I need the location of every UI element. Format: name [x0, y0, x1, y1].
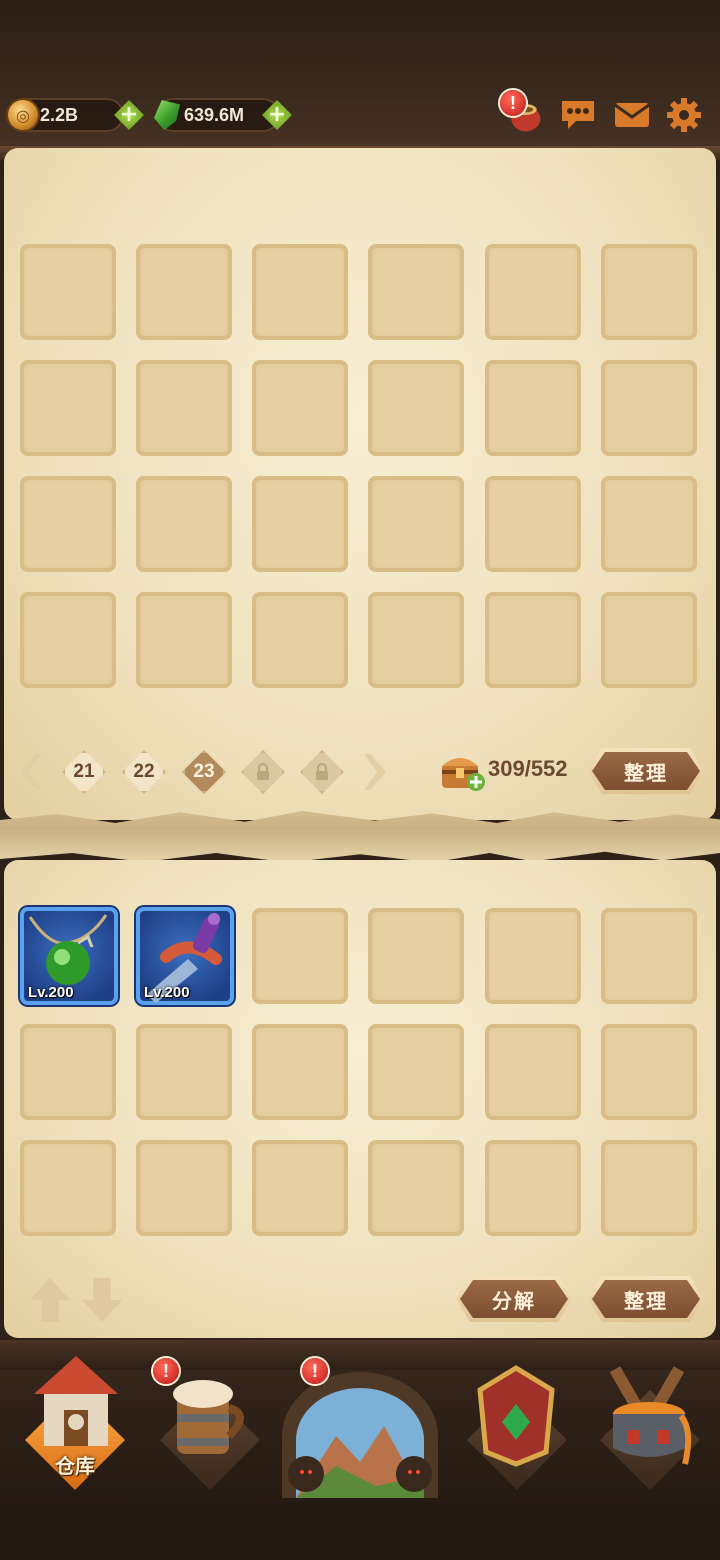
nav-armory[interactable]: [452, 1350, 582, 1490]
inventory-slot[interactable]: [601, 244, 697, 340]
bag-sort-button[interactable]: 整理: [588, 1276, 704, 1322]
inventory-slot[interactable]: [20, 360, 116, 456]
inventory-slot[interactable]: [368, 1140, 464, 1236]
inventory-slot[interactable]: [485, 244, 581, 340]
item-green-amulet[interactable]: Lv.200: [20, 907, 118, 1005]
inventory-slot[interactable]: [485, 360, 581, 456]
coin-icon: ◎: [8, 100, 38, 130]
inventory-slot[interactable]: [252, 1024, 348, 1120]
inventory-slot[interactable]: [368, 360, 464, 456]
page-23-button[interactable]: 23: [182, 750, 226, 794]
page-22-button[interactable]: 22: [122, 750, 166, 794]
inventory-slot[interactable]: [601, 476, 697, 572]
inventory-slot[interactable]: [252, 592, 348, 688]
inventory-slot[interactable]: [252, 1140, 348, 1236]
inventory-slot[interactable]: [20, 592, 116, 688]
mail-icon[interactable]: [612, 96, 652, 134]
inventory-slot[interactable]: [485, 592, 581, 688]
inventory-slot[interactable]: [601, 592, 697, 688]
top-bar: [0, 0, 720, 160]
inventory-slot[interactable]: [485, 1140, 581, 1236]
storage-capacity: 309/552: [488, 756, 568, 781]
inventory-slot[interactable]: [20, 244, 116, 340]
chest-icon[interactable]: [438, 750, 486, 794]
inventory-slot[interactable]: [601, 1024, 697, 1120]
inventory-slot[interactable]: [20, 1140, 116, 1236]
item-dagger[interactable]: Lv.200: [136, 907, 234, 1005]
locked-page-button[interactable]: [241, 750, 285, 794]
decompose-button[interactable]: 分解: [456, 1276, 572, 1322]
inventory-slot[interactable]: [601, 360, 697, 456]
inventory-slot[interactable]: [485, 908, 581, 1004]
inventory-slot[interactable]: [252, 360, 348, 456]
inventory-slot[interactable]: [252, 476, 348, 572]
armor-icon: [477, 1365, 555, 1467]
inventory-slot[interactable]: [252, 244, 348, 340]
inventory-slot[interactable]: [136, 1140, 232, 1236]
inventory-slot[interactable]: [485, 476, 581, 572]
inventory-slot[interactable]: [601, 1140, 697, 1236]
inventory-slot[interactable]: [485, 1024, 581, 1120]
inventory-slot[interactable]: [368, 476, 464, 572]
inventory-slot[interactable]: [136, 1024, 232, 1120]
sack-alert-icon: !: [500, 90, 526, 116]
inventory-slot[interactable]: [368, 592, 464, 688]
inventory-slot[interactable]: [368, 1024, 464, 1120]
nav-warehouse-label: 仓库: [55, 1454, 95, 1478]
nav-tavern[interactable]: !: [145, 1350, 275, 1490]
inventory-slot[interactable]: [20, 1024, 116, 1120]
nav-warehouse[interactable]: 仓库: [10, 1350, 140, 1490]
adventure-portal-icon: [282, 1372, 438, 1498]
inventory-slot[interactable]: [20, 476, 116, 572]
inventory-slot[interactable]: [136, 244, 232, 340]
item-level: Lv.200: [144, 984, 190, 1001]
storage-sort-button[interactable]: 整理: [588, 748, 704, 794]
inventory-slot[interactable]: [368, 244, 464, 340]
tavern-alert-icon: !: [153, 1358, 179, 1384]
inventory-slot[interactable]: [368, 908, 464, 1004]
lock-icon: [316, 763, 328, 780]
inventory-slot[interactable]: [601, 908, 697, 1004]
locked-page-button[interactable]: [300, 750, 344, 794]
forge-pot-icon: [609, 1366, 692, 1465]
lock-icon: [257, 763, 269, 780]
chat-icon[interactable]: [558, 96, 598, 134]
settings-icon[interactable]: [664, 96, 704, 134]
item-level: Lv.200: [28, 984, 74, 1001]
page-21-button[interactable]: 21: [62, 750, 106, 794]
inventory-slot[interactable]: [252, 908, 348, 1004]
warehouse-icon: [34, 1356, 118, 1446]
inventory-slot[interactable]: [136, 360, 232, 456]
nav-adventure[interactable]: !: [282, 1350, 438, 1498]
inventory-slot[interactable]: [136, 476, 232, 572]
inventory-slot[interactable]: [136, 592, 232, 688]
nav-forge[interactable]: [585, 1350, 715, 1490]
adventure-alert-icon: !: [302, 1358, 328, 1384]
